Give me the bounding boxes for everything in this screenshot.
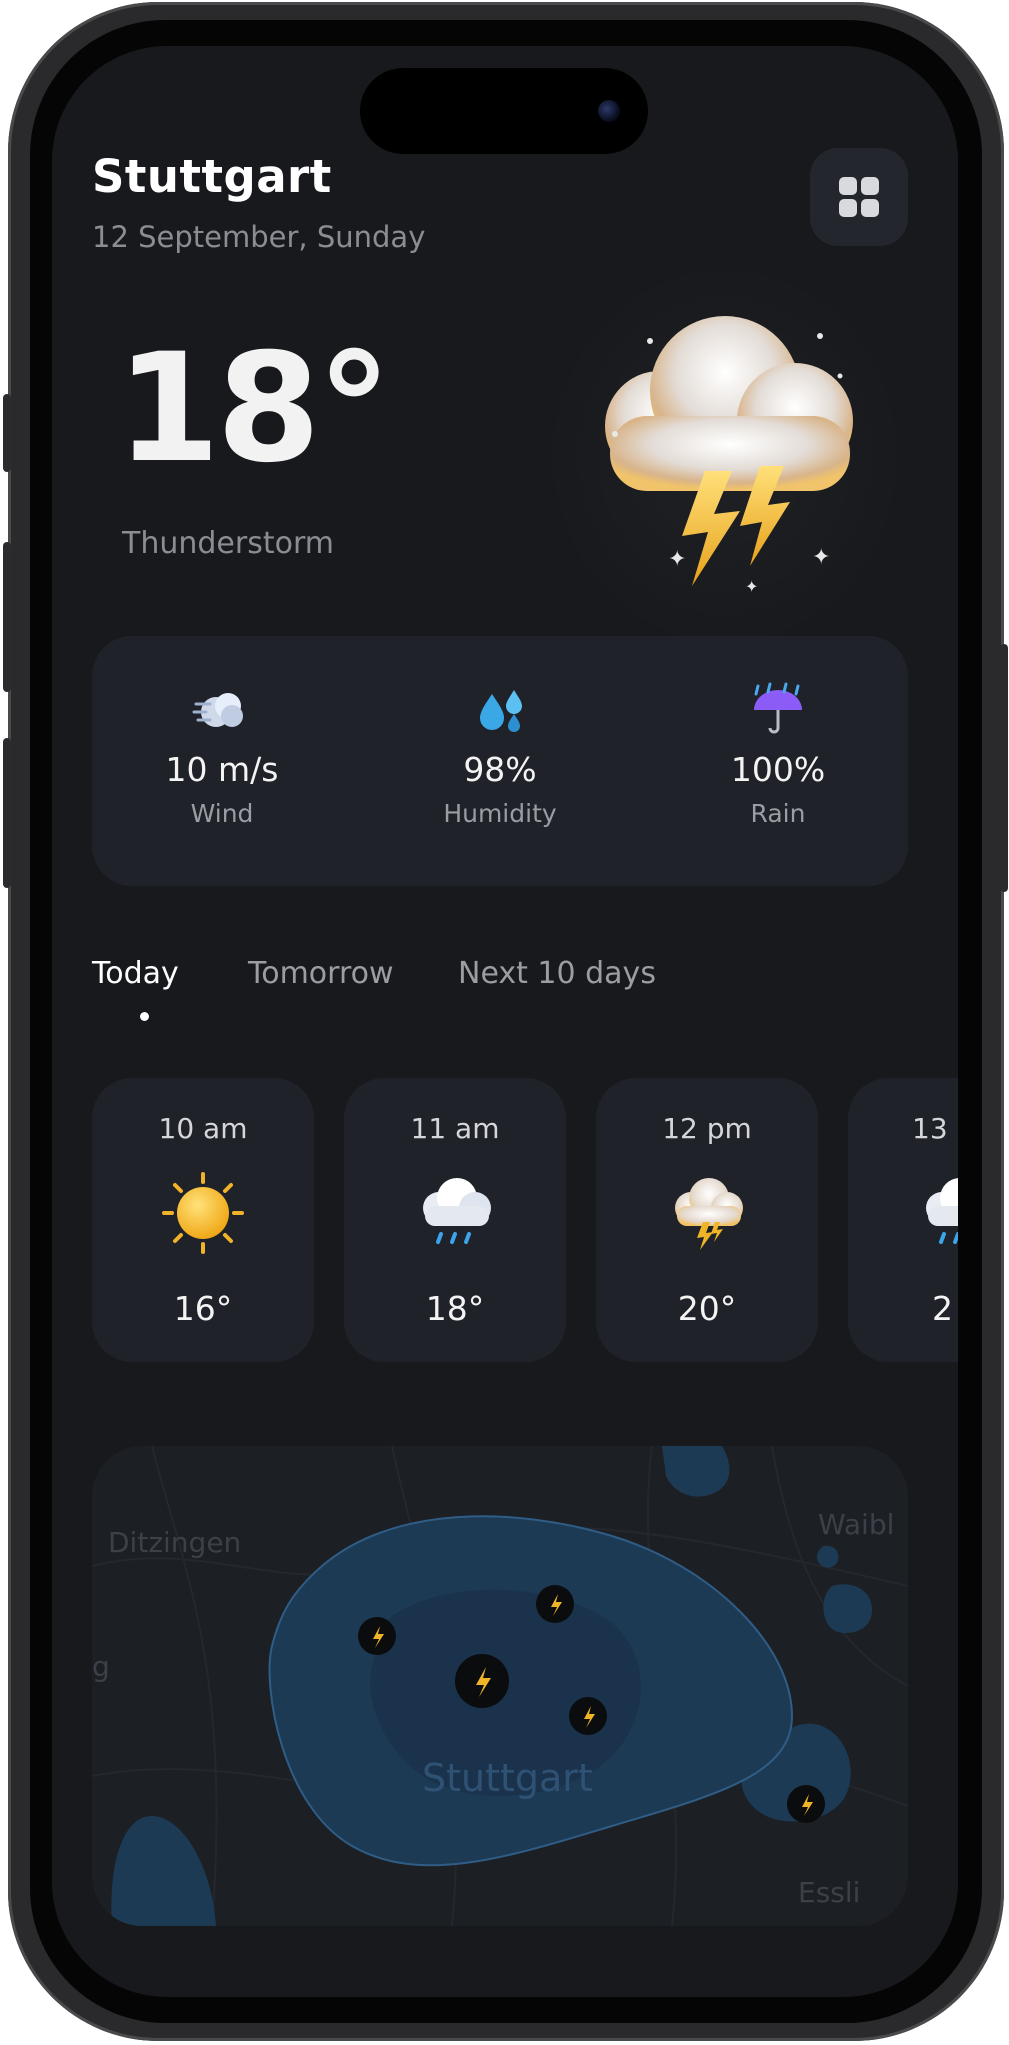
storm-cloud-icon: [675, 1178, 743, 1250]
hero-weather-panel: ✦ ✦ ✦: [540, 256, 910, 656]
action-button: [3, 394, 11, 472]
hourly-card[interactable]: 13 2: [848, 1078, 958, 1362]
weather-stats-card: 10 m/s Wind 98% Humidity 100% Rain: [92, 636, 908, 886]
hour-time: 10 am: [158, 1112, 248, 1145]
date-label: 12 September, Sunday: [92, 220, 426, 254]
hour-time: 12 pm: [662, 1112, 752, 1145]
thunderstorm-cloud-icon: ✦ ✦ ✦: [605, 316, 853, 596]
dynamic-island: [360, 68, 648, 154]
volume-up-button: [3, 542, 11, 692]
map-label-g: g: [92, 1650, 110, 1683]
map-label-essli: Essli: [798, 1876, 861, 1909]
wind-icon: [192, 693, 243, 727]
wind-label: Wind: [190, 799, 254, 828]
rain-cloud-icon: [926, 1178, 958, 1244]
hourly-card[interactable]: 10 am 16°: [92, 1078, 314, 1362]
app-screen: Stuttgart 12 September, Sunday 18° Thund…: [52, 46, 958, 1997]
map-label-stuttgart: Stuttgart: [422, 1756, 593, 1800]
rain-cloud-icon: [423, 1178, 491, 1244]
svg-text:✦: ✦: [668, 547, 686, 572]
stat-wind: 10 m/s Wind: [112, 680, 332, 828]
hour-temperature: 20°: [677, 1289, 737, 1328]
hour-time: 13: [912, 1112, 948, 1145]
map-label-waibl: Waibl: [818, 1508, 895, 1541]
hour-temperature: 2: [932, 1289, 953, 1328]
city-name: Stuttgart: [92, 150, 332, 203]
power-button: [1000, 644, 1008, 892]
current-temperature: 18°: [116, 322, 392, 496]
map-label-ditzingen: Ditzingen: [108, 1526, 242, 1559]
active-tab-indicator: [140, 1012, 149, 1021]
sun-icon: [162, 1172, 244, 1254]
tab-today[interactable]: Today: [92, 956, 179, 991]
svg-text:✦: ✦: [812, 545, 830, 570]
hourly-card[interactable]: 11 am 18°: [344, 1078, 566, 1362]
humidity-label: Humidity: [443, 799, 557, 828]
tab-tomorrow[interactable]: Tomorrow: [248, 956, 394, 991]
map-canvas: [92, 1446, 908, 1926]
hour-temperature: 18°: [425, 1289, 485, 1328]
umbrella-rain-icon: [754, 682, 802, 734]
rain-value: 100%: [730, 750, 826, 789]
camera-icon: [598, 100, 620, 122]
hourly-card[interactable]: 12 pm 20°: [596, 1078, 818, 1362]
volume-down-button: [3, 738, 11, 888]
storm-map[interactable]: Ditzingen Waibl Stuttgart g Essli: [92, 1446, 908, 1926]
tab-next-10-days[interactable]: Next 10 days: [458, 956, 656, 991]
humidity-value: 98%: [463, 750, 537, 789]
stat-rain: 100% Rain: [668, 680, 888, 828]
current-condition: Thunderstorm: [122, 526, 334, 561]
stat-humidity: 98% Humidity: [390, 680, 610, 828]
svg-text:✦: ✦: [745, 577, 758, 596]
wind-value: 10 m/s: [165, 750, 279, 789]
droplets-icon: [480, 690, 522, 732]
hour-time: 11 am: [410, 1112, 500, 1145]
hour-temperature: 16°: [173, 1289, 233, 1328]
grid-menu-button[interactable]: [810, 148, 908, 246]
rain-label: Rain: [750, 799, 806, 828]
